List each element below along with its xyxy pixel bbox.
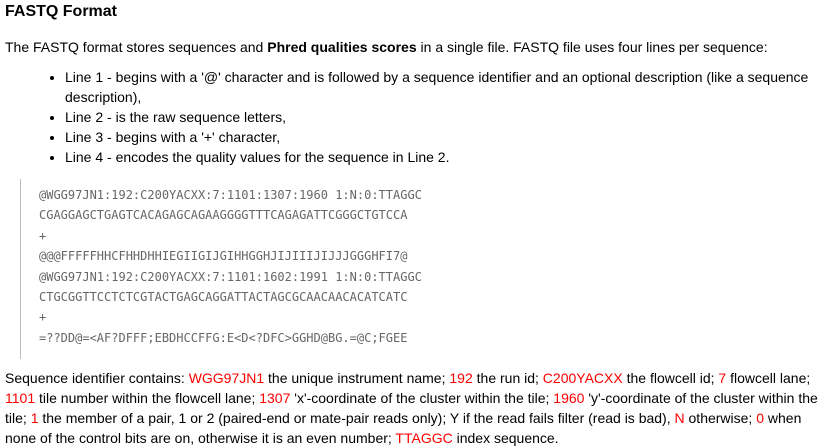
control-bits-value: 0 bbox=[756, 410, 765, 426]
line-description-list: Line 1 - begins with a '@' character and… bbox=[5, 67, 835, 167]
list-item: Line 1 - begins with a '@' character and… bbox=[65, 67, 835, 107]
desc-text: the flowcell id; bbox=[622, 370, 719, 386]
desc-text: index sequence. bbox=[452, 430, 559, 446]
tile-number-value: 1101 bbox=[5, 390, 36, 406]
code-line: + bbox=[39, 228, 47, 243]
fastq-format-section: FASTQ Format The FASTQ format stores seq… bbox=[5, 0, 835, 448]
instrument-name-value: WGG97JN1 bbox=[188, 370, 265, 386]
code-line: =??DD@=<AF?DFFF;EBDHCCFFG:E<D<?DFC>GGHD@… bbox=[39, 330, 408, 345]
code-line: CTGCGGTTCCTCTCGTACTGAGCAGGATTACTAGCGCAAC… bbox=[39, 289, 408, 304]
desc-text: the unique instrument name; bbox=[264, 370, 450, 386]
code-line: + bbox=[39, 310, 47, 325]
filter-flag-value: N bbox=[674, 410, 685, 426]
identifier-description-paragraph: Sequence identifier contains: WGG97JN1 t… bbox=[5, 368, 835, 448]
list-item: Line 2 - is the raw sequence letters, bbox=[65, 107, 835, 127]
code-line: @WGG97JN1:192:C200YACXX:7:1101:1602:1991… bbox=[39, 269, 422, 284]
intro-paragraph: The FASTQ format stores sequences and Ph… bbox=[5, 38, 835, 57]
desc-text: 'x'-coordinate of the cluster within the… bbox=[290, 390, 554, 406]
intro-bold-term: Phred qualities scores bbox=[267, 39, 417, 55]
code-line: @WGG97JN1:192:C200YACXX:7:1101:1307:1960… bbox=[39, 188, 422, 202]
desc-text: the run id; bbox=[472, 370, 543, 386]
code-line: @@@FFFFFHHCFHHDHHIEGIIGIJGIHHGGHJIJIIIJI… bbox=[39, 249, 408, 264]
index-sequence-value: TTAGGC bbox=[395, 430, 453, 446]
section-heading: FASTQ Format bbox=[5, 3, 118, 20]
code-line: CGAGGAGCTGAGTCACAGAGCAGAAGGGGTTTCAGAGATT… bbox=[39, 208, 408, 223]
desc-text: tile number within the flowcell lane; bbox=[35, 390, 260, 406]
desc-text: Sequence identifier contains: bbox=[5, 370, 189, 386]
desc-text: the member of a pair, 1 or 2 (paired-end… bbox=[38, 410, 675, 426]
fastq-example-code-block: @WGG97JN1:192:C200YACXX:7:1101:1307:1960… bbox=[20, 179, 835, 359]
intro-text-after: in a single file. FASTQ file uses four l… bbox=[416, 39, 768, 55]
intro-text-before: The FASTQ format stores sequences and bbox=[5, 39, 268, 55]
x-coordinate-value: 1307 bbox=[259, 390, 291, 406]
flowcell-id-value: C200YACXX bbox=[542, 370, 623, 386]
y-coordinate-value: 1960 bbox=[553, 390, 585, 406]
list-item: Line 3 - begins with a '+' character, bbox=[65, 127, 835, 147]
list-item: Line 4 - encodes the quality values for … bbox=[65, 147, 835, 167]
run-id-value: 192 bbox=[449, 370, 473, 386]
desc-text: flowcell lane; bbox=[726, 370, 811, 386]
desc-text: otherwise; bbox=[684, 410, 757, 426]
